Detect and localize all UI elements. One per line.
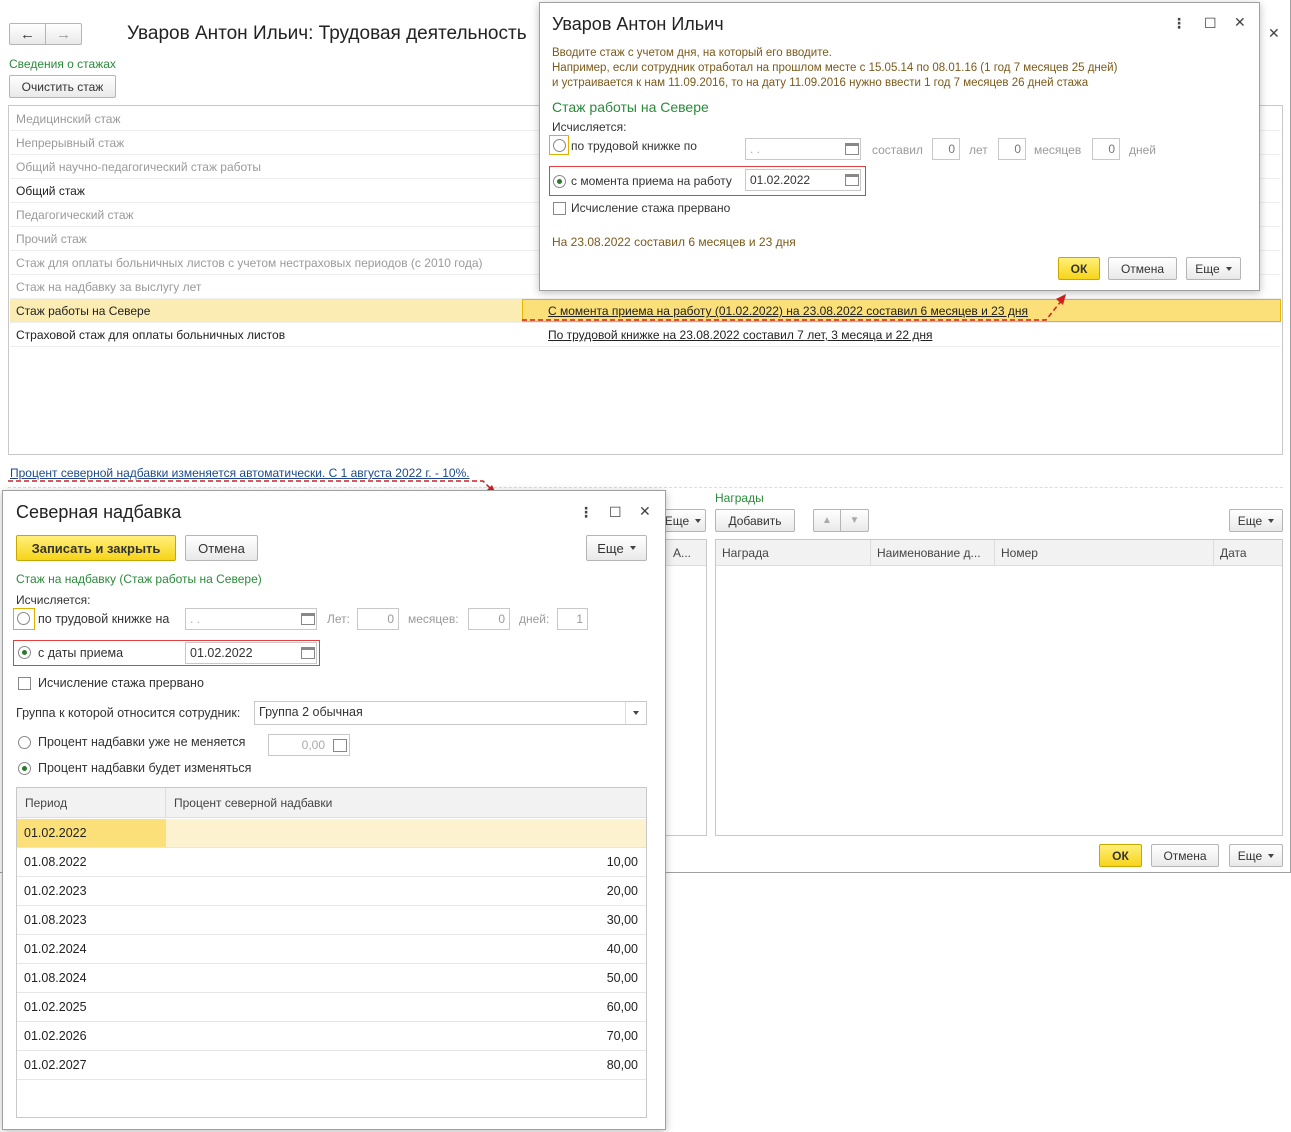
- table-row[interactable]: 01.02.2026 70,00: [17, 1022, 646, 1051]
- days-label: дней: [1129, 143, 1157, 157]
- north-section-title: Стаж на надбавку (Стаж работы на Севере): [16, 572, 262, 586]
- opt-book-label: по трудовой книжке по: [571, 139, 697, 153]
- years-input[interactable]: 0: [932, 138, 960, 160]
- interrupted-checkbox[interactable]: [18, 677, 31, 690]
- percent-cell: 50,00: [606, 971, 638, 985]
- dlg1-ok-button[interactable]: ОК: [1058, 257, 1100, 280]
- hint-line-2: Например, если сотрудник отработал на пр…: [552, 62, 1118, 74]
- days-label: дней:: [519, 612, 550, 626]
- dlg2-more-label: Еще: [597, 540, 624, 556]
- period-cell: 01.02.2023: [24, 884, 87, 898]
- period-cell: 01.02.2026: [24, 1029, 87, 1043]
- north-bonus-dialog: Северная надбавка ⋮ ☐ ✕ Записать и закры…: [2, 490, 666, 1130]
- percent-cell: 30,00: [606, 913, 638, 927]
- period-cell: 01.02.2025: [24, 1000, 87, 1014]
- col-percent[interactable]: Процент северной надбавки: [166, 788, 646, 818]
- group-label: Группа к которой относится сотрудник:: [16, 706, 241, 720]
- years-label: лет: [969, 143, 988, 157]
- dlg2-more-button[interactable]: Еще: [586, 535, 647, 561]
- north-dialog-title: Северная надбавка: [16, 502, 182, 522]
- calculator-icon[interactable]: [333, 739, 347, 752]
- radio-from-hire[interactable]: [18, 646, 31, 659]
- dlg1-cancel-button[interactable]: Отмена: [1108, 257, 1177, 280]
- dlg1-more-label: Еще: [1195, 261, 1220, 276]
- table-row[interactable]: 01.02.2027 80,00: [17, 1051, 646, 1080]
- dlg1-more-button[interactable]: Еще: [1186, 257, 1241, 280]
- fixed-percent-label: Процент надбавки уже не меняется: [38, 735, 246, 749]
- maximize-icon[interactable]: ☐: [1204, 15, 1217, 32]
- result-text: На 23.08.2022 составил 6 месяцев и 23 дн…: [552, 235, 796, 249]
- radio-from-hire[interactable]: [553, 175, 566, 188]
- stazh-dialog: Уваров Антон Ильич ⋮ ☐ ✕ Вводите стаж с …: [539, 2, 1260, 291]
- days-input[interactable]: 1: [557, 608, 588, 630]
- book-date-input[interactable]: . .: [185, 608, 317, 630]
- chevron-down-icon: [633, 711, 639, 715]
- percent-cell: 60,00: [606, 1000, 638, 1014]
- radio-changing-percent[interactable]: [18, 762, 31, 775]
- group-select[interactable]: Группа 2 обычная: [254, 701, 647, 725]
- percent-cell: 80,00: [606, 1058, 638, 1072]
- percent-cell: 40,00: [606, 942, 638, 956]
- months-input[interactable]: 0: [998, 138, 1026, 160]
- table-row[interactable]: 01.08.2023 30,00: [17, 906, 646, 935]
- table-row[interactable]: 01.08.2024 50,00: [17, 964, 646, 993]
- stazh-dialog-title: Уваров Антон Ильич: [552, 14, 724, 34]
- calendar-icon[interactable]: [845, 143, 859, 155]
- book-date-input[interactable]: . .: [745, 138, 861, 160]
- days-input[interactable]: 0: [1092, 138, 1120, 160]
- col-period[interactable]: Период: [17, 788, 166, 818]
- interrupted-label: Исчисление стажа прервано: [571, 201, 731, 215]
- close-icon[interactable]: ✕: [639, 503, 651, 520]
- period-cell: 01.02.2027: [24, 1058, 87, 1072]
- menu-dots-icon[interactable]: ⋮: [579, 504, 593, 521]
- hire-date-input[interactable]: 01.02.2022: [745, 169, 861, 191]
- percent-cell: 20,00: [606, 884, 638, 898]
- period-cell: 01.08.2022: [24, 855, 87, 869]
- dlg2-cancel-button[interactable]: Отмена: [185, 535, 258, 561]
- calendar-icon[interactable]: [301, 613, 315, 625]
- group-dropdown-button[interactable]: [625, 702, 646, 724]
- calc-label: Исчисляется:: [552, 120, 627, 134]
- months-input[interactable]: 0: [468, 608, 510, 630]
- period-cell: 01.08.2024: [24, 971, 87, 985]
- hire-calendar-icon[interactable]: [845, 174, 859, 186]
- months-label: месяцев: [1034, 143, 1082, 157]
- months-label: месяцев:: [408, 612, 459, 626]
- interrupted-checkbox[interactable]: [553, 202, 566, 215]
- hire-calendar-icon[interactable]: [301, 647, 315, 659]
- radio-by-book[interactable]: [17, 612, 30, 625]
- save-close-button[interactable]: Записать и закрыть: [16, 535, 176, 561]
- period-cell: 01.08.2023: [24, 913, 87, 927]
- opt-hire-label: с даты приема: [38, 646, 124, 660]
- table-row[interactable]: 01.02.2024 40,00: [17, 935, 646, 964]
- hint-line-1: Вводите стаж с учетом дня, на который ег…: [552, 47, 832, 59]
- menu-dots-icon[interactable]: ⋮: [1172, 15, 1186, 32]
- maximize-icon[interactable]: ☐: [609, 504, 622, 521]
- table-row[interactable]: 01.08.2022 10,00: [17, 848, 646, 877]
- years-input[interactable]: 0: [357, 608, 399, 630]
- calc-label: Исчисляется:: [16, 593, 91, 607]
- opt-book-label: по трудовой книжке на: [38, 612, 170, 626]
- period-cell: 01.02.2024: [24, 942, 87, 956]
- close-icon[interactable]: ✕: [1234, 14, 1246, 31]
- hint-line-3: и устраивается к нам 11.09.2016, то на д…: [552, 77, 1089, 89]
- period-cell: 01.02.2022: [17, 819, 166, 847]
- years-label: Лет:: [327, 612, 350, 626]
- table-row[interactable]: 01.02.2022: [17, 819, 646, 848]
- percent-cell: 10,00: [606, 855, 638, 869]
- radio-by-book[interactable]: [553, 139, 566, 152]
- opt-hire-label: с момента приема на работу: [571, 174, 732, 188]
- radio-fixed-percent[interactable]: [18, 736, 31, 749]
- section-north-title: Стаж работы на Севере: [552, 99, 709, 115]
- percent-cell: 70,00: [606, 1029, 638, 1043]
- percent-table: Период Процент северной надбавки 01.02.2…: [16, 787, 647, 1118]
- hire-date-input[interactable]: 01.02.2022: [185, 642, 317, 664]
- interrupted-label: Исчисление стажа прервано: [38, 676, 204, 690]
- changing-percent-label: Процент надбавки будет изменяться: [38, 761, 252, 775]
- sostavil-label: составил: [872, 143, 923, 157]
- table-row[interactable]: 01.02.2025 60,00: [17, 993, 646, 1022]
- table-row[interactable]: 01.02.2023 20,00: [17, 877, 646, 906]
